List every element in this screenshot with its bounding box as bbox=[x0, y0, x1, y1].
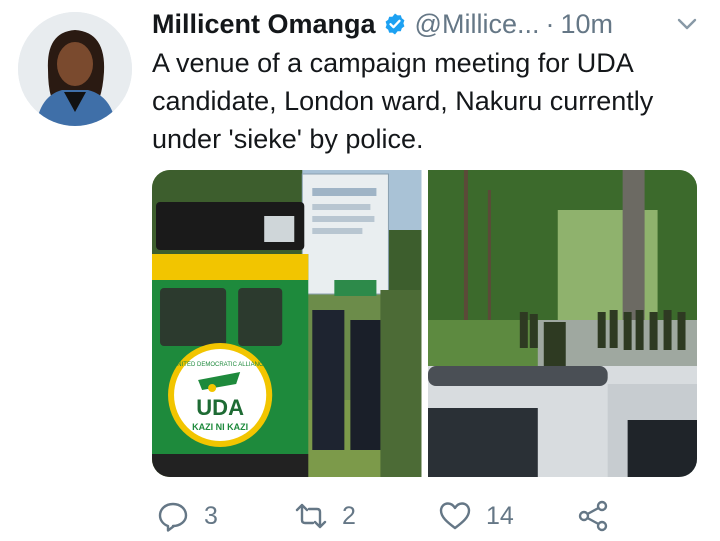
like-icon bbox=[439, 502, 471, 530]
author-name[interactable]: Millicent Omanga bbox=[152, 9, 376, 40]
retweet-icon bbox=[295, 503, 327, 529]
tweet-media: UNITED DEMOCRATIC ALLIANCE UDA KAZI NI K… bbox=[152, 170, 697, 477]
uda-logo-main-text: UDA bbox=[196, 395, 244, 420]
like-count: 14 bbox=[486, 501, 514, 530]
chevron-down-icon[interactable] bbox=[674, 11, 700, 37]
avatar-image bbox=[18, 12, 132, 126]
reply-button[interactable]: 3 bbox=[156, 499, 218, 533]
share-button[interactable] bbox=[576, 499, 610, 533]
avatar[interactable] bbox=[18, 12, 132, 126]
tweet-actions: 3 2 14 bbox=[152, 496, 622, 536]
like-button[interactable]: 14 bbox=[438, 499, 514, 533]
share-icon bbox=[578, 500, 608, 532]
uda-logo-top-text: UNITED DEMOCRATIC ALLIANCE bbox=[173, 362, 267, 368]
media-photo-1[interactable]: UNITED DEMOCRATIC ALLIANCE UDA KAZI NI K… bbox=[152, 170, 422, 477]
separator-dot: · bbox=[545, 8, 555, 39]
verified-badge-icon bbox=[383, 12, 407, 36]
retweet-button[interactable]: 2 bbox=[294, 499, 356, 533]
reply-icon bbox=[158, 502, 188, 532]
media-photo-2[interactable] bbox=[427, 170, 697, 477]
tweet-header: Millicent Omanga @Millice... · 10m bbox=[152, 4, 700, 44]
author-handle[interactable]: @Millice... bbox=[415, 9, 540, 40]
tweet-timestamp[interactable]: 10m bbox=[560, 9, 613, 40]
reply-count: 3 bbox=[204, 501, 218, 530]
retweet-count: 2 bbox=[342, 501, 356, 530]
tweet-text: A venue of a campaign meeting for UDA ca… bbox=[152, 48, 654, 154]
uda-logo-sub-text: KAZI NI KAZI bbox=[192, 422, 248, 432]
